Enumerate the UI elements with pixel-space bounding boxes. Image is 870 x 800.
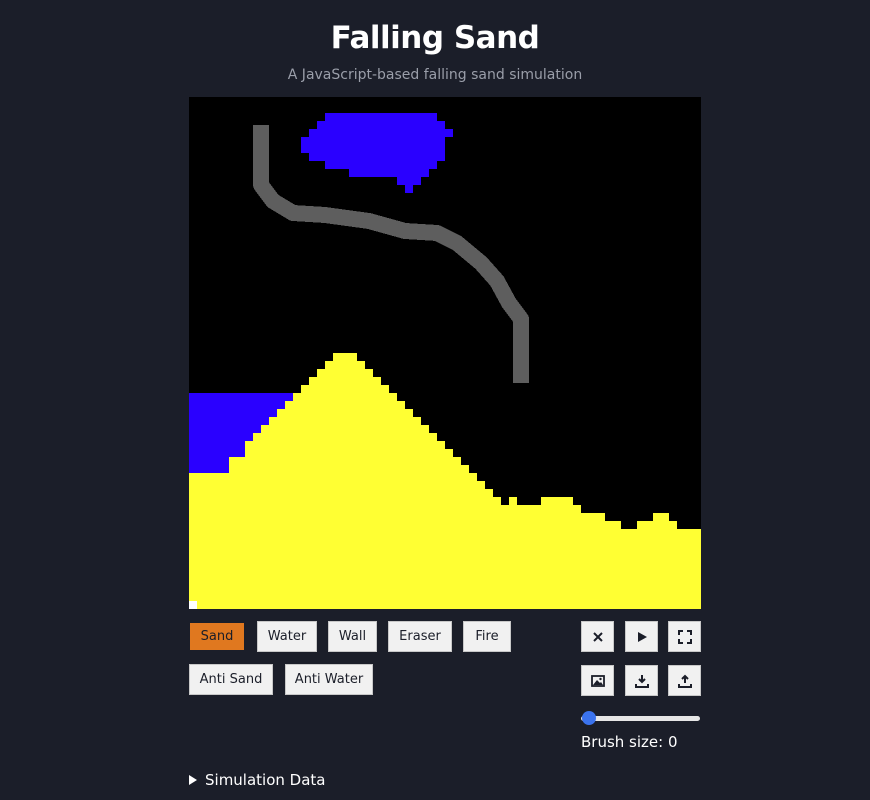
disclosure-triangle-icon xyxy=(189,775,197,785)
anti-water-button[interactable]: Anti Water xyxy=(285,664,373,695)
screenshot-button[interactable] xyxy=(581,665,614,696)
image-icon xyxy=(590,674,605,687)
download-button[interactable] xyxy=(625,665,658,696)
close-icon xyxy=(592,631,603,642)
brush-size-slider-thumb[interactable] xyxy=(582,711,596,725)
sand-button[interactable]: Sand xyxy=(188,621,246,652)
light-pixel xyxy=(189,601,197,609)
fire-button[interactable]: Fire xyxy=(463,621,511,652)
upload-button[interactable] xyxy=(668,665,701,696)
download-icon xyxy=(634,674,649,688)
brush-size-label: Brush size: 0 xyxy=(581,733,678,751)
fullscreen-button[interactable] xyxy=(668,621,701,652)
simulation-data-toggle[interactable]: Simulation Data xyxy=(189,771,325,789)
play-button[interactable] xyxy=(625,621,658,652)
simulation-canvas[interactable] xyxy=(189,97,701,609)
page-title: Falling Sand xyxy=(330,20,540,56)
fullscreen-icon xyxy=(677,629,692,644)
water-button[interactable]: Water xyxy=(257,621,317,652)
clear-button[interactable] xyxy=(581,621,614,652)
eraser-button[interactable]: Eraser xyxy=(388,621,452,652)
simulation-data-label: Simulation Data xyxy=(205,771,326,789)
anti-sand-button[interactable]: Anti Sand xyxy=(189,664,273,695)
wall-button[interactable]: Wall xyxy=(328,621,377,652)
play-icon xyxy=(637,631,647,642)
page-subtitle: A JavaScript-based falling sand simulati… xyxy=(287,67,583,83)
brush-size-slider[interactable] xyxy=(581,716,700,721)
upload-icon xyxy=(677,674,692,688)
